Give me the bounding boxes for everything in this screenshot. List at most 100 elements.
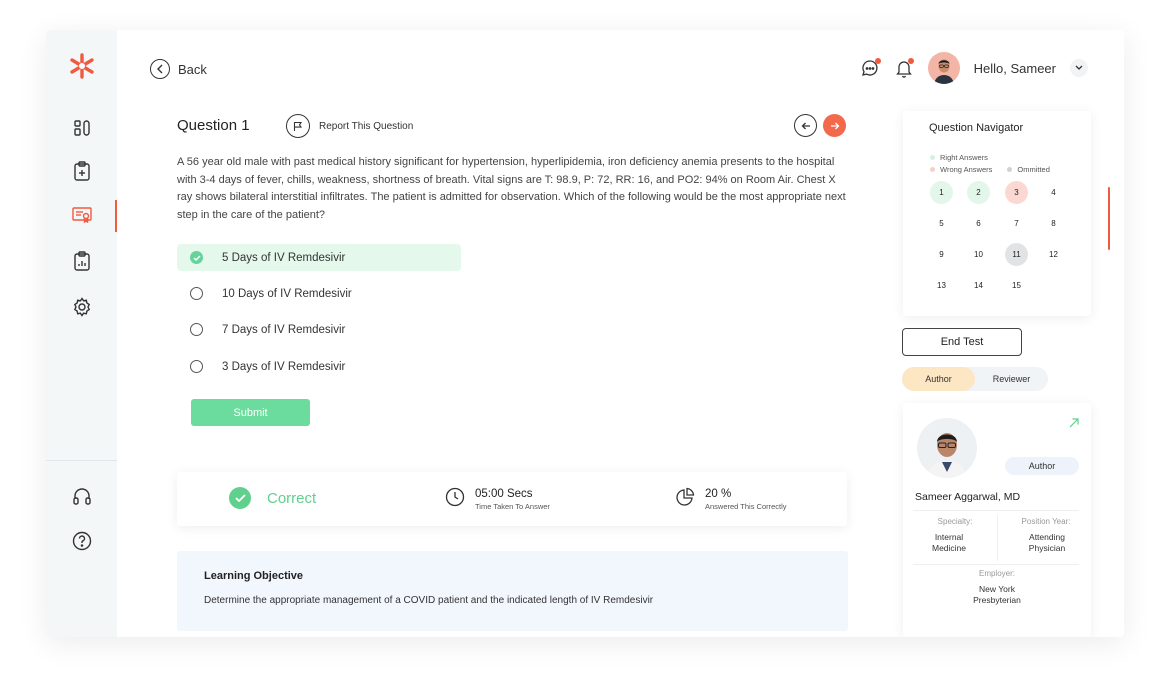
bell-icon[interactable] [894,58,914,78]
author-card: Author Sameer Aggarwal, MD Specialty: In… [903,403,1091,637]
radio-icon [190,360,203,373]
correct-label: Correct [267,489,317,507]
legend-omitted-label: Ommitted [1017,165,1050,174]
chat-icon[interactable] [860,58,881,78]
clipboard-chart-icon[interactable] [71,250,93,272]
learning-objective-text: Determine the appropriate management of … [204,595,654,606]
report-question-label: Report This Question [319,120,414,132]
headset-support-icon[interactable] [71,486,93,508]
user-menu-chevron-down-icon[interactable] [1070,59,1088,77]
topbar-user-area: Hello, Sameer [860,52,1088,84]
certificate-icon[interactable] [71,204,93,226]
external-link-arrow-icon[interactable] [1069,415,1079,433]
question-number-button[interactable]: 11 [1005,243,1028,266]
question-number-button[interactable]: 14 [967,274,990,297]
question-number-button[interactable]: 4 [1042,181,1065,204]
position-value: Attending Physician [1028,532,1066,553]
employer-value: New York Presbyterian [973,584,1021,605]
question-navigator: Question Navigator Right Answers Wrong A… [903,111,1091,316]
question-number-button[interactable]: 5 [930,212,953,235]
time-caption: Time Taken To Answer [475,502,550,511]
question-number-button[interactable]: 1 [930,181,953,204]
author-reviewer-tabs: Author Reviewer [902,367,1048,391]
question-number-button[interactable]: 8 [1042,212,1065,235]
specialty-value: Internal Medicine [931,532,967,553]
answer-option-label: 7 Days of IV Remdesivir [222,323,346,336]
divider [913,510,1079,511]
learning-objective-card: Learning Objective Determine the appropr… [177,551,848,631]
settings-gear-icon[interactable] [71,296,93,318]
question-number-button[interactable]: 13 [930,274,953,297]
tab-author[interactable]: Author [902,367,975,391]
question-number-button[interactable]: 3 [1005,181,1028,204]
answer-option-label: 5 Days of IV Remdesivir [222,251,346,264]
question-number-button[interactable]: 10 [967,243,990,266]
employer-label: Employer: [978,569,1015,578]
previous-question-button[interactable] [794,114,817,137]
sidebar [46,30,117,637]
end-test-button[interactable]: End Test [902,328,1022,356]
percent-caption: Answered This Correctly [705,502,787,511]
learning-objective-title: Learning Objective [204,570,304,582]
next-question-button[interactable] [823,114,846,137]
main-content: Back Hello, Sameer Question 1 Report Thi… [117,30,1124,637]
app-logo-icon[interactable] [68,52,96,80]
answer-option-label: 3 Days of IV Remdesivir [222,360,346,373]
pie-chart-icon [675,487,695,512]
question-navigator-title: Question Navigator [929,122,1024,134]
scrollbar-thumb[interactable] [1108,187,1110,250]
answer-option[interactable]: 7 Days of IV Remdesivir [177,316,461,343]
answer-option[interactable]: 3 Days of IV Remdesivir [177,353,461,380]
legend-wrong: Wrong Answers Ommitted [930,165,1050,174]
divider [913,564,1079,565]
answer-option[interactable]: 5 Days of IV Remdesivir [177,244,461,271]
back-button[interactable]: Back [150,59,207,79]
time-stat: 05:00 Secs Time Taken To Answer [445,487,550,512]
question-title: Question 1 [177,117,250,134]
legend-dot [1007,167,1013,172]
clipboard-add-icon[interactable] [71,160,93,182]
tab-reviewer[interactable]: Reviewer [975,367,1048,391]
app-window: Back Hello, Sameer Question 1 Report Thi… [46,30,1124,637]
radio-icon [190,323,203,336]
divider [997,515,998,561]
check-circle-icon [229,487,251,509]
author-name: Sameer Aggarwal, MD [915,491,1021,503]
time-value: 05:00 Secs [475,488,533,500]
submit-button[interactable]: Submit [191,399,310,426]
result-card: Correct 05:00 Secs Time Taken To Answer [177,472,847,526]
question-number-button[interactable]: 15 [1005,274,1028,297]
author-avatar [917,418,977,478]
question-text: A 56 year old male with past medical his… [177,156,846,221]
legend-dot [930,167,935,172]
question-number-button[interactable]: 7 [1005,212,1028,235]
author-badge: Author [1005,457,1079,475]
legend-right-label: Right Answers [940,153,988,162]
report-question-button[interactable]: Report This Question [286,114,413,138]
radio-icon [190,287,203,300]
dashboard-icon[interactable] [71,117,93,139]
chevron-left-icon [150,59,170,79]
percent-stat: 20 % Answered This Correctly [675,487,787,512]
user-greeting: Hello, Sameer [973,60,1056,76]
sidebar-divider [46,460,117,461]
chat-notification-dot [874,58,881,64]
answer-option-label: 10 Days of IV Remdesivir [222,287,352,300]
clock-icon [445,487,465,512]
flag-icon [286,114,310,138]
radio-checked-icon [190,251,203,264]
question-nav-arrows [794,114,846,137]
legend-right: Right Answers [930,153,988,162]
help-question-icon[interactable] [71,530,93,552]
question-number-button[interactable]: 6 [967,212,990,235]
question-number-button[interactable]: 2 [967,181,990,204]
position-label: Position Year: [1021,517,1071,526]
percent-value: 20 % [705,488,732,500]
question-number-button[interactable]: 12 [1042,243,1065,266]
question-number-button[interactable]: 9 [930,243,953,266]
legend-wrong-label: Wrong Answers [940,165,993,174]
user-avatar[interactable] [927,52,960,84]
correct-status: Correct [229,487,316,509]
bell-notification-dot [907,58,914,64]
answer-option[interactable]: 10 Days of IV Remdesivir [177,280,461,307]
